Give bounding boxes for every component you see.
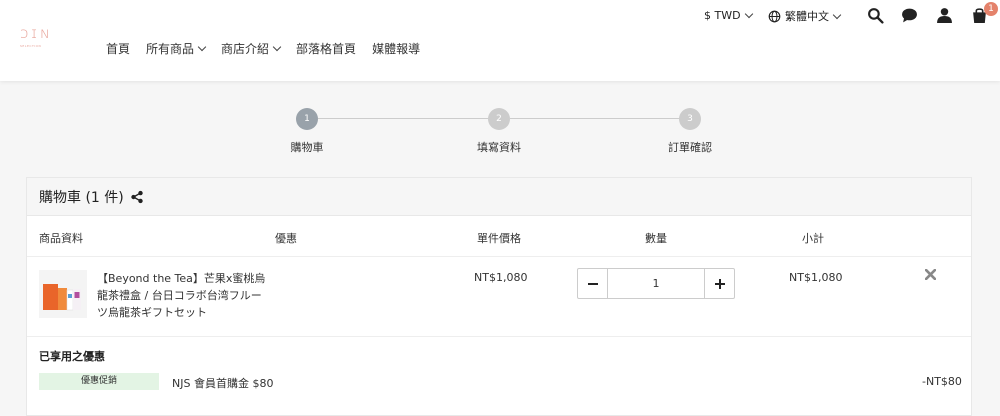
remove-item-icon[interactable] bbox=[925, 269, 936, 280]
col-discount: 優惠 bbox=[275, 232, 297, 245]
minus-icon bbox=[587, 282, 598, 285]
decrease-quantity-button[interactable] bbox=[578, 269, 608, 298]
cart-title: 購物車 (1 件) bbox=[39, 189, 124, 206]
col-product: 商品資料 bbox=[39, 232, 83, 245]
globe-icon bbox=[768, 10, 781, 22]
nav-about-store-label: 商店介紹 bbox=[221, 42, 270, 56]
col-unit-price: 單件價格 bbox=[477, 232, 521, 245]
chevron-down-icon bbox=[744, 9, 753, 19]
quantity-stepper: 1 bbox=[577, 268, 735, 299]
col-quantity: 數量 bbox=[645, 232, 667, 245]
user-icon[interactable] bbox=[936, 7, 953, 24]
logo[interactable]: ɔɪɴ SELECTION bbox=[20, 26, 50, 50]
applied-promotions-title: 已享用之優惠 bbox=[39, 350, 105, 363]
checkout-steps: 1 購物車 2 填寫資料 3 訂單確認 bbox=[0, 106, 1000, 156]
nav-home[interactable]: 首頁 bbox=[106, 40, 130, 57]
step-1-circle: 1 bbox=[296, 108, 318, 130]
cart-panel: 購物車 (1 件) 商品資料 優惠 單件價格 數量 小計 【Beyond the… bbox=[26, 177, 972, 416]
language-label: 繁體中文 bbox=[785, 10, 829, 23]
step-3-label: 訂單確認 bbox=[668, 141, 712, 154]
step-2-circle: 2 bbox=[488, 108, 510, 130]
logo-text: ɔɪɴ bbox=[20, 24, 53, 42]
site-header: ɔɪɴ SELECTION 首頁 所有商品 商店介紹 部落格首頁 媒體報導 $ … bbox=[0, 0, 1000, 81]
increase-quantity-button[interactable] bbox=[704, 269, 734, 298]
plus-icon bbox=[714, 278, 725, 289]
cart-column-headers: 商品資料 優惠 單件價格 數量 小計 bbox=[27, 216, 971, 257]
chat-icon[interactable] bbox=[901, 7, 918, 24]
promotion-value: -NT$80 bbox=[922, 375, 962, 388]
col-subtotal: 小計 bbox=[802, 232, 824, 245]
nav-blog[interactable]: 部落格首頁 bbox=[296, 40, 356, 57]
search-icon[interactable] bbox=[867, 7, 884, 24]
unit-price: NT$1,080 bbox=[474, 271, 528, 284]
currency-selector[interactable]: $ TWD bbox=[704, 9, 753, 22]
step-3-circle: 3 bbox=[679, 108, 701, 130]
nav-all-products[interactable]: 所有商品 bbox=[146, 40, 207, 57]
nav-media[interactable]: 媒體報導 bbox=[372, 40, 420, 57]
step-connector bbox=[510, 118, 680, 119]
quantity-value[interactable]: 1 bbox=[608, 269, 704, 298]
promotion-name: NJS 會員首購金 $80 bbox=[172, 377, 274, 390]
nav-home-label: 首頁 bbox=[106, 42, 131, 56]
currency-label: $ TWD bbox=[704, 9, 741, 22]
step-1-label: 購物車 bbox=[290, 141, 324, 154]
nav-blog-label: 部落格首頁 bbox=[296, 42, 357, 56]
nav-media-label: 媒體報導 bbox=[372, 42, 421, 56]
chevron-down-icon bbox=[272, 42, 282, 52]
share-icon[interactable] bbox=[130, 190, 144, 204]
product-name[interactable]: 【Beyond the Tea】芒果x蜜桃烏龍茶禮盒 / 台日コラボ台湾フルーツ… bbox=[97, 270, 267, 321]
chevron-down-icon bbox=[197, 42, 207, 52]
product-thumbnail[interactable] bbox=[39, 270, 87, 318]
cart-item-row: 【Beyond the Tea】芒果x蜜桃烏龍茶禮盒 / 台日コラボ台湾フルーツ… bbox=[27, 257, 971, 337]
item-subtotal: NT$1,080 bbox=[789, 271, 843, 284]
nav-all-products-label: 所有商品 bbox=[146, 42, 195, 56]
cart-count-badge: 1 bbox=[984, 2, 998, 16]
chevron-down-icon bbox=[832, 10, 842, 19]
main-nav: 首頁 所有商品 商店介紹 部落格首頁 媒體報導 bbox=[106, 40, 436, 57]
logo-subtext: SELECTION bbox=[20, 44, 42, 48]
step-connector bbox=[318, 118, 488, 119]
nav-about-store[interactable]: 商店介紹 bbox=[221, 40, 282, 57]
language-selector[interactable]: 繁體中文 bbox=[768, 8, 842, 24]
cart-header: 購物車 (1 件) bbox=[27, 178, 971, 216]
promotion-tag: 優惠促銷 bbox=[39, 373, 159, 390]
step-2-label: 填寫資料 bbox=[477, 141, 521, 154]
